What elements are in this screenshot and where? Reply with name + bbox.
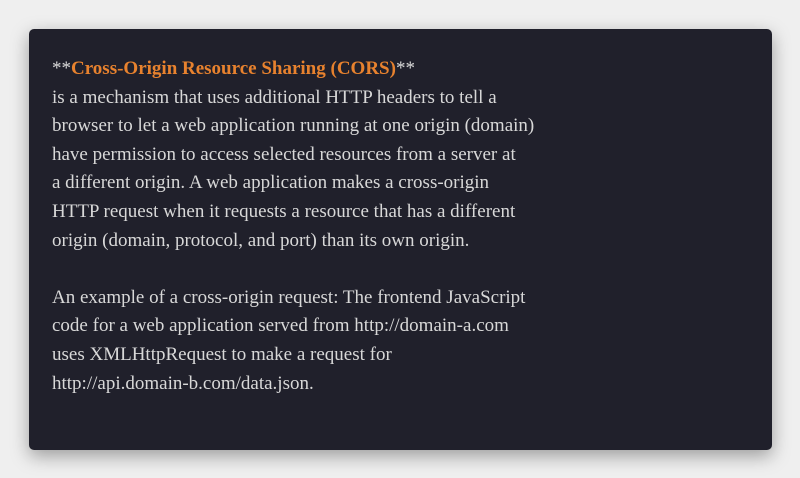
bold-marker-open: ** [52,58,71,79]
example-line: An example of a cross-origin request: Th… [52,286,526,308]
example-line: uses XMLHttpRequest to make a request fo… [52,343,392,365]
definition-line: is a mechanism that uses additional HTTP… [52,86,497,108]
definition-line: browser to let a web application running… [52,115,535,137]
definition-line: HTTP request when it requests a resource… [52,200,516,222]
content-card: **Cross-Origin Resource Sharing (CORS)**… [29,29,772,450]
example-line: code for a web application served from h… [52,315,509,337]
definition-line: have permission to access selected resou… [52,143,516,165]
heading-line: **Cross-Origin Resource Sharing (CORS)** [52,55,748,84]
cors-term: Cross-Origin Resource Sharing (CORS) [71,58,396,79]
example-line: http://api.domain-b.com/data.json. [52,372,314,394]
bold-marker-close: ** [395,58,415,79]
definition-line: a different origin. A web application ma… [52,172,490,194]
definition-line: origin (domain, protocol, and port) than… [52,229,470,251]
